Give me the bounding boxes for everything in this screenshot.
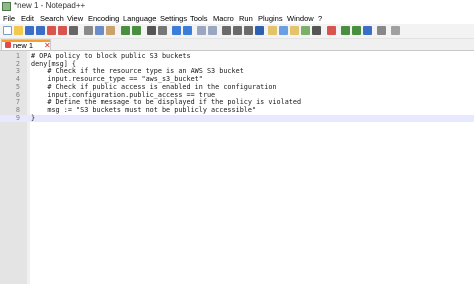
menu-encoding[interactable]: Encoding xyxy=(88,13,119,24)
new-file-icon[interactable] xyxy=(3,26,12,35)
tab-new-1[interactable]: new 1 ✕ xyxy=(1,39,51,50)
menu-language[interactable]: Language xyxy=(123,13,156,24)
window-title: *new 1 - Notepad++ xyxy=(14,1,86,10)
code-editor[interactable]: 1 # OPA policy to block public S3 bucket… xyxy=(0,51,474,284)
function-list-icon[interactable] xyxy=(279,26,288,35)
copy-icon[interactable] xyxy=(95,26,104,35)
menu-plugins[interactable]: Plugins xyxy=(258,13,283,24)
tab-label: new 1 xyxy=(13,41,34,50)
indent-guide-icon[interactable] xyxy=(244,26,253,35)
menu-macro[interactable]: Macro xyxy=(213,13,234,24)
close-all-icon[interactable] xyxy=(58,26,67,35)
menu-file[interactable]: File xyxy=(3,13,15,24)
unsaved-file-icon xyxy=(5,42,11,48)
current-code-line: 9 } xyxy=(0,113,474,123)
menu-search[interactable]: Search xyxy=(40,13,64,24)
menu-run[interactable]: Run xyxy=(239,13,253,24)
monitoring-icon[interactable] xyxy=(301,26,310,35)
word-wrap-icon[interactable] xyxy=(222,26,231,35)
sync-horizontal-icon[interactable] xyxy=(208,26,217,35)
show-all-characters-icon[interactable] xyxy=(233,26,242,35)
tab-bar: new 1 ✕ xyxy=(0,39,474,51)
save-all-icon[interactable] xyxy=(36,26,45,35)
cut-icon[interactable] xyxy=(84,26,93,35)
menu-bar: File Edit Search View Encoding Language … xyxy=(0,13,474,24)
stop-recording-icon[interactable] xyxy=(327,26,336,35)
close-file-icon[interactable] xyxy=(47,26,56,35)
redo-icon[interactable] xyxy=(132,26,141,35)
menu-tools[interactable]: Tools xyxy=(190,13,208,24)
notepad-plus-plus-icon xyxy=(2,2,11,11)
extra-tool-icon[interactable] xyxy=(391,26,400,35)
replace-icon[interactable] xyxy=(158,26,167,35)
title-bar: *new 1 - Notepad++ xyxy=(0,0,474,13)
line-number: 9 xyxy=(15,113,20,122)
spell-check-icon[interactable] xyxy=(377,26,386,35)
record-macro-icon[interactable] xyxy=(312,26,321,35)
zoom-in-icon[interactable] xyxy=(172,26,181,35)
print-icon[interactable] xyxy=(69,26,78,35)
menu-settings[interactable]: Settings xyxy=(160,13,187,24)
zoom-out-icon[interactable] xyxy=(183,26,192,35)
menu-window[interactable]: Window xyxy=(287,13,314,24)
undo-icon[interactable] xyxy=(121,26,130,35)
menu-edit[interactable]: Edit xyxy=(21,13,34,24)
save-icon[interactable] xyxy=(25,26,34,35)
sync-vertical-icon[interactable] xyxy=(197,26,206,35)
find-icon[interactable] xyxy=(147,26,156,35)
user-language-icon[interactable] xyxy=(255,26,264,35)
line-text: } xyxy=(31,113,36,122)
open-folder-icon[interactable] xyxy=(14,26,23,35)
menu-help[interactable]: ? xyxy=(318,13,322,24)
run-macro-multiple-icon[interactable] xyxy=(352,26,361,35)
play-macro-icon[interactable] xyxy=(341,26,350,35)
folder-workspace-icon[interactable] xyxy=(290,26,299,35)
tab-close-button[interactable]: ✕ xyxy=(44,40,51,51)
paste-icon[interactable] xyxy=(106,26,115,35)
menu-view[interactable]: View xyxy=(67,13,83,24)
code-line: 8 msg := "S3 buckets must not be publicl… xyxy=(0,105,474,115)
document-map-icon[interactable] xyxy=(268,26,277,35)
save-macro-icon[interactable] xyxy=(363,26,372,35)
line-text: msg := "S3 buckets must not be publicly … xyxy=(31,105,257,114)
toolbar xyxy=(0,24,474,39)
